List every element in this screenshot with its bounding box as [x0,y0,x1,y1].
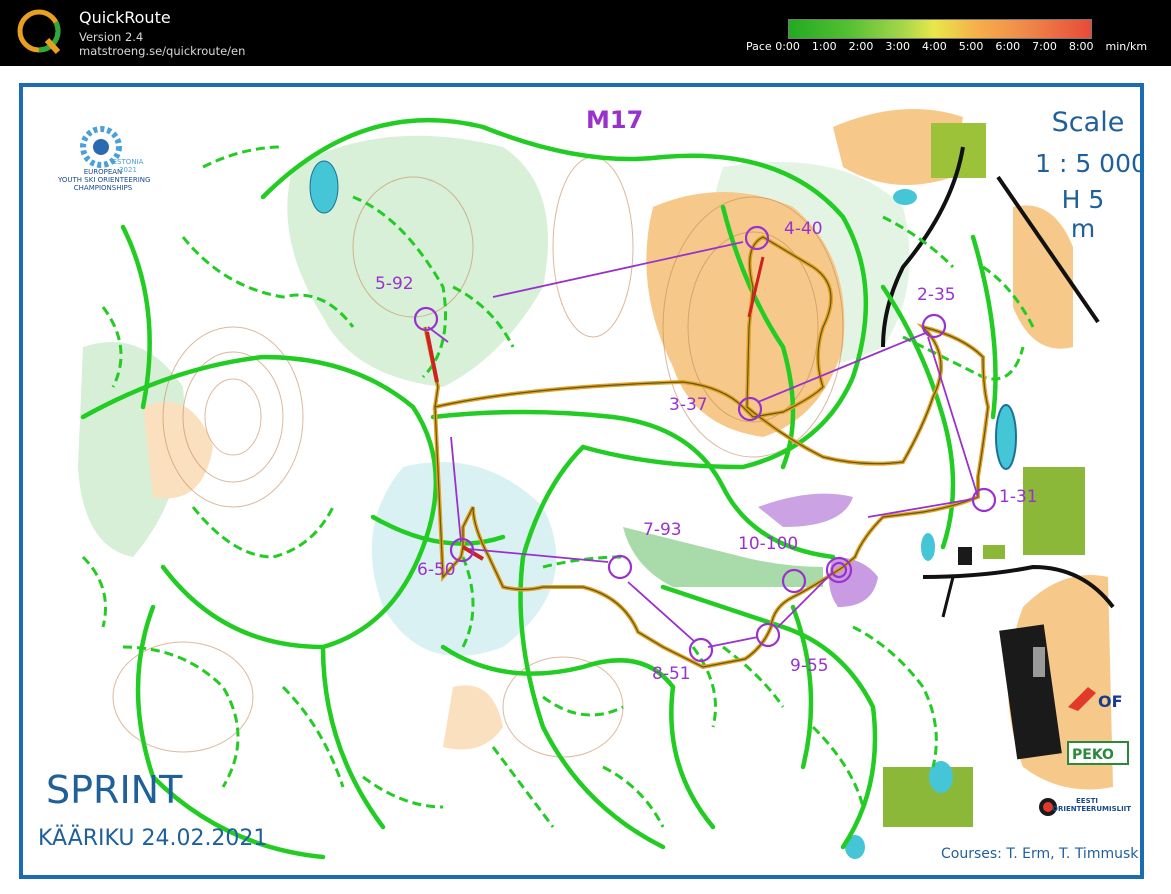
event-title: SPRINT [46,768,183,812]
pace-label: Pace 0:00 [746,40,800,53]
control-label-2: 2-35 [917,285,956,305]
control-label-6: 6-50 [417,560,456,580]
app-header: QuickRoute Version 2.4 matstroeng.se/qui… [0,0,1171,66]
control-label-5: 5-92 [375,274,414,294]
pace-label: 6:00 [995,40,1021,53]
contour-interval: H 5 m [1061,185,1105,243]
pace-label: 7:00 [1032,40,1057,53]
scale-value: 1 : 5 000 [1035,149,1144,178]
map-drawing: OF PEKO [73,102,1129,873]
control-label-9: 9-55 [790,656,829,676]
pace-label: 1:00 [811,40,837,53]
control-label-3: 3-37 [669,395,708,415]
pace-label: 3:00 [885,40,911,53]
scale-label: Scale [1051,107,1125,138]
course-name: M17 [586,106,644,134]
orienteering-map[interactable]: OF PEKO Scale 1 : 5 000 H 5 m [19,83,1144,879]
pace-label: 4:00 [922,40,947,53]
control-label-8: 8-51 [652,664,691,684]
pace-unit: min/km [1105,40,1148,53]
course-credits: Courses: T. Erm, T. Timmusk [941,846,1139,862]
svg-text:OF: OF [1098,692,1123,711]
app-version: Version 2.4 [79,30,144,44]
pace-label: 2:00 [848,40,874,53]
eysoc-logo-country: ESTONIA 2021 [112,158,144,174]
app-url[interactable]: matstroeng.se/quickroute/en [79,44,245,58]
svg-text:PEKO: PEKO [1072,747,1114,763]
pace-labels: Pace 0:00 1:00 2:00 3:00 4:00 5:00 6:00 7:00 8:0… [746,40,1159,53]
control-label-7: 7-93 [643,520,682,540]
app-title: QuickRoute [79,8,171,27]
event-subtitle: KÄÄRIKU 24.02.2021 [38,826,268,851]
quickroute-logo [17,9,61,55]
control-label-1: 1-31 [999,487,1038,507]
pace-label: 8:00 [1068,40,1094,53]
pace-label: 5:00 [958,40,984,53]
eol-logo-text: EESTI ORIENTEERUMISLIIT [1052,797,1132,813]
control-label-4: 4-40 [784,219,823,239]
control-label-10: 10-100 [738,534,799,554]
pace-color-scale [788,19,1092,39]
